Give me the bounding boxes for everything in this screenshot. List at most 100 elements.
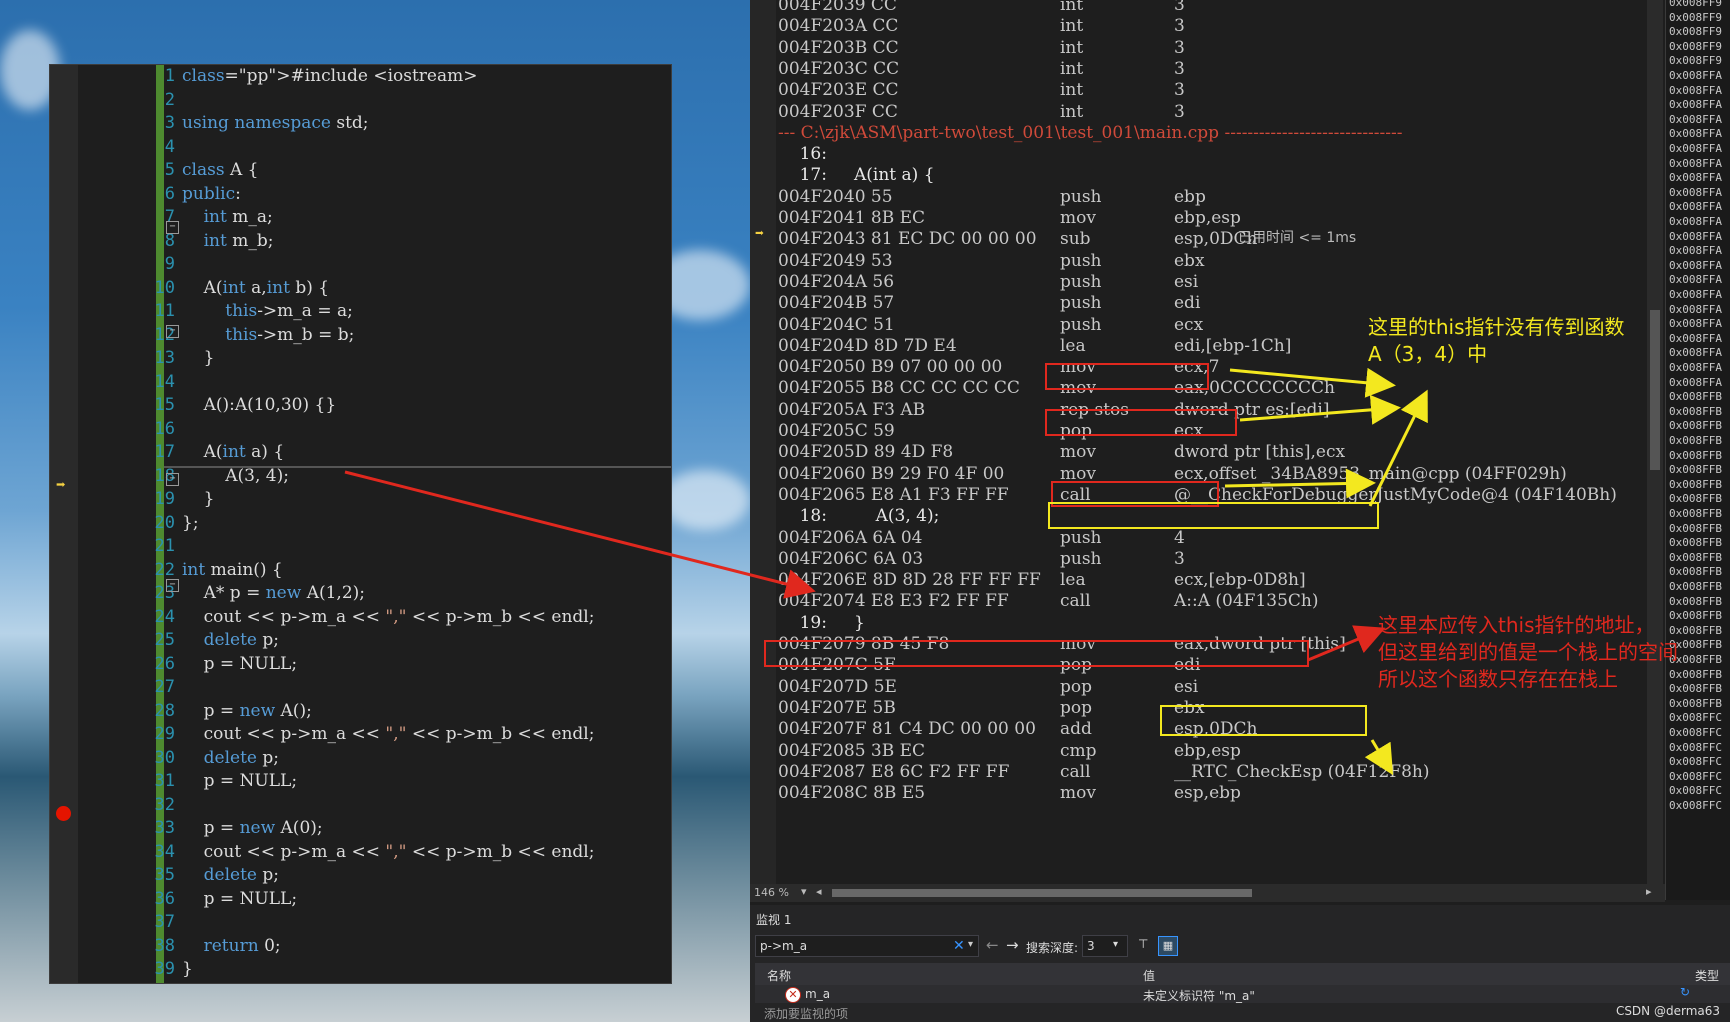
code-line[interactable]: 20}; — [50, 512, 671, 536]
code-line[interactable]: 7 int m_a; — [50, 206, 671, 230]
code-line[interactable]: 31 p = NULL; — [50, 770, 671, 794]
code-line[interactable]: 26 p = NULL; — [50, 653, 671, 677]
code-text[interactable]: int main() { — [182, 559, 283, 583]
watch-row-name[interactable]: m_a — [805, 987, 830, 1001]
code-text[interactable]: } — [182, 347, 215, 371]
code-line[interactable]: 23 A* p = new A(1,2); — [50, 582, 671, 606]
scroll-right-icon[interactable]: ▸ — [1646, 885, 1652, 898]
code-text[interactable]: using namespace std; — [182, 112, 369, 136]
code-text[interactable]: int m_b; — [182, 230, 274, 254]
forward-arrow-icon[interactable]: → — [1006, 936, 1019, 954]
code-line[interactable]: 21 — [50, 535, 671, 559]
asm-row[interactable]: 004F206A 6A 04 push 4 — [750, 527, 1650, 550]
asm-row[interactable]: 004F2041 8B EC mov ebp,esp — [750, 207, 1650, 230]
code-line[interactable]: 16 — [50, 418, 671, 442]
asm-row[interactable]: --- C:\zjk\ASM\part-two\test_001\test_00… — [750, 122, 1650, 145]
code-text[interactable]: this->m_a = a; — [182, 300, 353, 324]
depth-dropdown-icon[interactable]: ▾ — [1113, 939, 1118, 950]
zoom-level[interactable]: 146 % — [754, 886, 789, 899]
code-line[interactable]: 9 — [50, 253, 671, 277]
code-text[interactable]: class A { — [182, 159, 258, 183]
disassembly-view[interactable]: 004F2039 CC int 3 004F203A CC int 3 004F203B C… — [750, 0, 1730, 900]
code-text[interactable]: this->m_b = b; — [182, 324, 354, 348]
code-text[interactable]: A():A(10,30) {} — [182, 394, 337, 418]
asm-row[interactable]: 17: A(int a) { — [750, 164, 1650, 187]
code-line[interactable]: 12 this->m_b = b; — [50, 324, 671, 348]
code-text[interactable]: p = NULL; — [182, 888, 297, 912]
code-line[interactable]: 29 cout << p->m_a << "," << p->m_b << en… — [50, 723, 671, 747]
search-depth-value[interactable]: 3 — [1087, 939, 1095, 953]
code-line[interactable]: 36 p = NULL; — [50, 888, 671, 912]
fold-toggle-icon[interactable]: − — [166, 325, 179, 338]
code-text[interactable]: class="pp">#include <iostream> — [182, 65, 477, 89]
code-line[interactable]: 28 p = new A(); — [50, 700, 671, 724]
code-text[interactable]: delete p; — [182, 629, 279, 653]
scroll-left-icon[interactable]: ◂ — [816, 885, 822, 898]
code-line[interactable]: 6 public: — [50, 183, 671, 207]
code-line[interactable]: 18 A(3, 4); — [50, 465, 671, 489]
code-line[interactable]: 11 this->m_a = a; — [50, 300, 671, 324]
asm-row[interactable]: 004F2049 53 push ebx — [750, 250, 1650, 273]
code-line[interactable]: 35 delete p; — [50, 864, 671, 888]
asm-row[interactable]: 004F2043 81 EC DC 00 00 00 sub esp,0DCh — [750, 228, 1650, 251]
code-text[interactable]: p = new A(0); — [182, 817, 323, 841]
breakpoint-icon[interactable] — [56, 806, 71, 821]
asm-row[interactable]: 004F204B 57 push edi — [750, 292, 1650, 315]
fold-toggle-icon[interactable]: − — [166, 221, 179, 234]
code-line[interactable]: 39} — [50, 958, 671, 982]
asm-row[interactable]: 004F208C 8B E5 mov esp,ebp — [750, 782, 1650, 805]
asm-row[interactable]: 004F204A 56 push esi — [750, 271, 1650, 294]
code-line[interactable]: 25 delete p; — [50, 629, 671, 653]
asm-row[interactable]: 004F205D 89 4D F8 mov dword ptr [this],ecx — [750, 441, 1650, 464]
code-text[interactable]: return 0; — [182, 935, 281, 959]
code-line[interactable]: 30 delete p; — [50, 747, 671, 771]
asm-row[interactable]: 004F203C CC int 3 — [750, 58, 1650, 81]
code-line[interactable]: 15 A():A(10,30) {} — [50, 394, 671, 418]
refresh-icon[interactable]: ↻ — [1680, 985, 1690, 999]
code-line[interactable]: 2 — [50, 89, 671, 113]
pin-icon[interactable]: ⊤ — [1138, 937, 1154, 953]
code-text[interactable]: cout << p->m_a << "," << p->m_b << endl; — [182, 723, 595, 747]
code-text[interactable]: A(3, 4); — [182, 465, 289, 489]
code-text[interactable]: A(int a) { — [182, 441, 285, 465]
asm-row[interactable]: 004F2074 E8 E3 F2 FF FF call A::A (04F135C… — [750, 590, 1650, 613]
asm-row[interactable]: 004F203E CC int 3 — [750, 79, 1650, 102]
code-line[interactable]: 17 A(int a) { — [50, 441, 671, 465]
watch-title[interactable]: 监视 1 — [756, 911, 791, 928]
code-line[interactable]: 13 } — [50, 347, 671, 371]
code-line[interactable]: 1 class="pp">#include <iostream> — [50, 65, 671, 89]
search-dropdown-icon[interactable]: ▾ — [968, 939, 973, 950]
add-watch-hint[interactable]: 添加要监视的项 — [764, 1005, 848, 1022]
code-text[interactable]: delete p; — [182, 864, 279, 888]
code-line[interactable]: 34 cout << p->m_a << "," << p->m_b << en… — [50, 841, 671, 865]
fold-toggle-icon[interactable]: − — [166, 473, 179, 486]
asm-row[interactable]: 004F2040 55 push ebp — [750, 186, 1650, 209]
asm-row[interactable]: 004F206C 6A 03 push 3 — [750, 548, 1650, 571]
scrollbar-thumb[interactable] — [1650, 310, 1660, 470]
asm-row[interactable]: 004F2085 3B EC cmp ebp,esp — [750, 740, 1650, 763]
back-arrow-icon[interactable]: ← — [986, 936, 999, 954]
code-line[interactable]: 4 — [50, 136, 671, 160]
horizontal-scrollbar-thumb[interactable] — [832, 889, 1252, 897]
code-text[interactable]: } — [182, 958, 193, 982]
code-text[interactable]: p = new A(); — [182, 700, 312, 724]
watch-search-value[interactable]: p->m_a — [760, 939, 807, 953]
watch-row[interactable]: ✕ m_a 未定义标识符 "m_a" — [755, 985, 1730, 1003]
code-line[interactable]: 32 — [50, 794, 671, 818]
code-text[interactable]: } — [182, 488, 215, 512]
code-text[interactable]: A(int a,int b) { — [182, 277, 329, 301]
clear-search-icon[interactable]: ✕ — [953, 938, 965, 954]
code-text[interactable]: A* p = new A(1,2); — [182, 582, 365, 606]
code-text[interactable]: cout << p->m_a << "," << p->m_b << endl; — [182, 841, 595, 865]
code-line[interactable]: 38 return 0; — [50, 935, 671, 959]
zoom-dropdown-icon[interactable]: ▾ — [801, 885, 807, 898]
code-line[interactable]: 27 — [50, 676, 671, 700]
col-type[interactable]: 类型 — [1695, 967, 1719, 984]
code-line[interactable]: 19 } — [50, 488, 671, 512]
horizontal-scrollbar[interactable]: 146 % ▾ ◂ ▸ — [750, 884, 1665, 902]
watch-search-input[interactable]: p->m_a ✕ ▾ — [755, 935, 979, 957]
code-line[interactable]: 3 using namespace std; — [50, 112, 671, 136]
asm-row[interactable]: 004F203B CC int 3 — [750, 37, 1650, 60]
code-text[interactable]: p = NULL; — [182, 770, 297, 794]
asm-row[interactable]: 004F203F CC int 3 — [750, 101, 1650, 124]
